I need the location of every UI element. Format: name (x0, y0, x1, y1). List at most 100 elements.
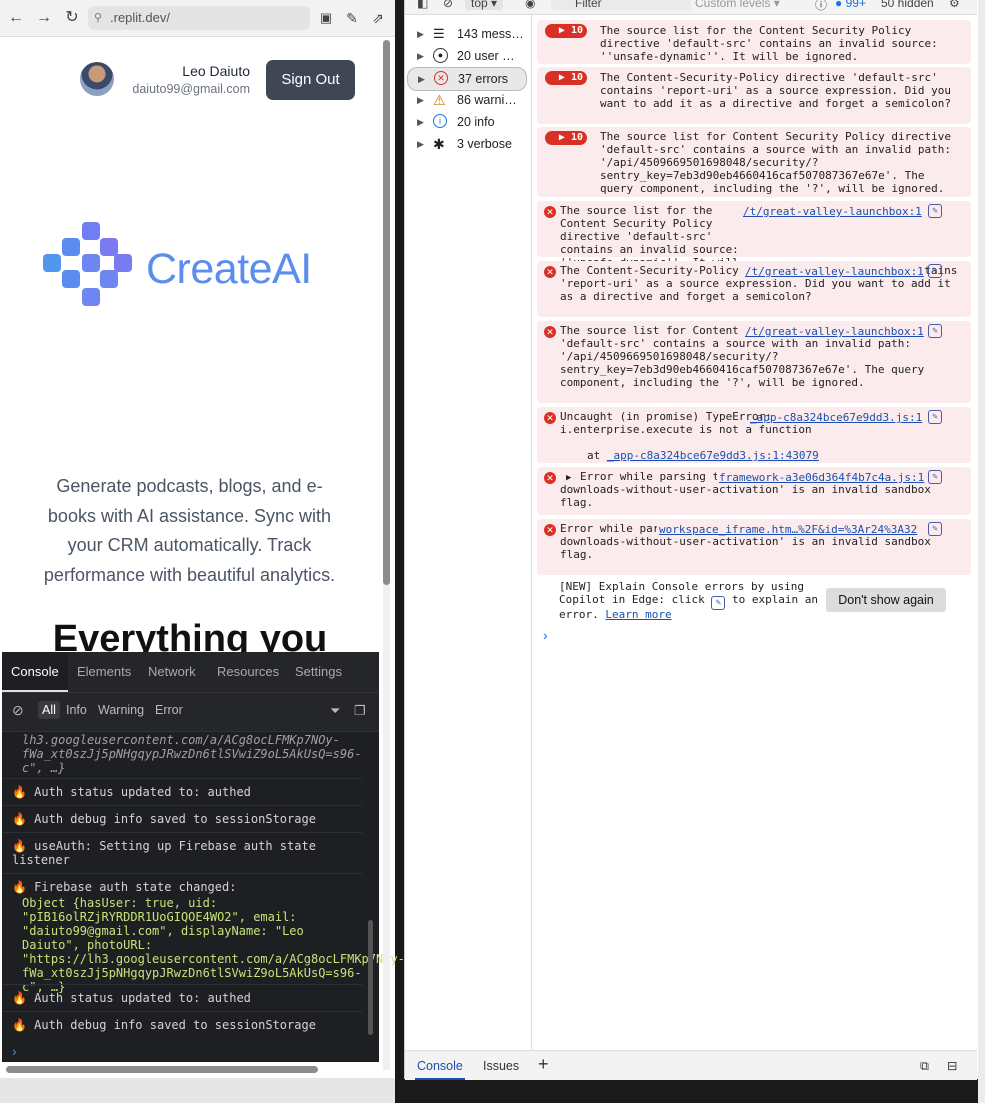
expand-icon[interactable]: ▶ (417, 133, 424, 155)
copilot-explain-icon[interactable]: ✎ (928, 204, 942, 218)
console-message[interactable]: ✕ Error while parsing the 'sandbox' attr… (537, 519, 971, 575)
repeat-count-badge: ▶ 10 (545, 131, 587, 145)
filter-info[interactable]: Info (66, 703, 87, 717)
learn-more-link[interactable]: Learn more (605, 608, 671, 621)
divider (2, 873, 362, 874)
filter-all[interactable]: All (38, 701, 60, 719)
expand-icon[interactable]: ▶ (417, 23, 424, 45)
log-entry: 🔥 Auth debug info saved to sessionStorag… (12, 1018, 316, 1032)
issues-count: 99+ (845, 0, 866, 10)
console-sidebar: ▶ ☰ 143 mess… ▶ ● 20 user … ▶ ✕ 37 error… (405, 15, 532, 1050)
message-text: The Content-Security-Policy directive 'd… (600, 71, 951, 110)
copilot-explain-icon[interactable]: ✎ (928, 324, 942, 338)
console-prompt-icon[interactable]: › (543, 627, 548, 643)
sidebar-item-warnings[interactable]: ▶ ⚠ 86 warni… (405, 89, 529, 111)
info-icon[interactable]: ⓘ (815, 0, 827, 13)
forward-icon[interactable]: → (34, 8, 54, 28)
bug-icon: ✱ (433, 136, 445, 152)
tab-resources[interactable]: Resources (217, 652, 279, 692)
sidebar-item-info[interactable]: ▶ i 20 info (405, 111, 529, 133)
sidebar-toggle-icon[interactable]: ◧ (417, 0, 428, 10)
sidebar-item-errors[interactable]: ▶ ✕ 37 errors (407, 67, 527, 91)
drawer-tabs: Console Issues + ⧉ ⊟ (405, 1050, 977, 1080)
source-link[interactable]: /t/great-valley-launchbox:1 (743, 325, 924, 338)
open-external-icon[interactable]: ⇗ (368, 8, 388, 28)
mobile-console-scrollbar[interactable] (368, 920, 373, 1035)
source-link[interactable]: /t/great-valley-launchbox:1 (743, 265, 924, 278)
console-message[interactable]: ✕ ▶ Error while parsing the 'sandbox' at… (537, 467, 971, 515)
expand-icon[interactable]: ▶ (417, 111, 424, 133)
console-message[interactable]: ✕ Uncaught (in promise) TypeError: i.ent… (537, 407, 971, 463)
expand-icon[interactable]: ▶ (418, 68, 425, 90)
tab-elements[interactable]: Elements (77, 652, 131, 692)
tab-issues[interactable]: Issues (483, 1051, 519, 1080)
console-message[interactable]: ✕ The source list for Content Security P… (537, 321, 971, 403)
filter-warning[interactable]: Warning (98, 703, 144, 717)
tab-network[interactable]: Network (148, 652, 196, 692)
console-prompt-icon[interactable]: › (12, 1043, 17, 1059)
filter-input[interactable]: Filter (551, 0, 691, 10)
console-message[interactable]: ▶ 10 The Content-Security-Policy directi… (537, 67, 971, 124)
log-object[interactable]: lh3.googleusercontent.com/a/ACg8ocLFMKp7… (22, 733, 362, 775)
copilot-explain-icon[interactable]: ✎ (928, 410, 942, 424)
filter-icon[interactable]: ⏷ (330, 703, 340, 719)
sign-out-button[interactable]: Sign Out (266, 60, 355, 100)
expand-icon[interactable]: ▶ (417, 45, 424, 67)
collapse-drawer-icon[interactable]: ⊟ (947, 1051, 957, 1080)
console-message[interactable]: ✕ The Content-Security-Policy directive … (537, 261, 971, 317)
copilot-explain-icon[interactable]: ✎ (928, 264, 942, 278)
address-bar[interactable]: ⚲ .replit.dev/ (88, 6, 310, 30)
stack-link[interactable]: _app-c8a324bce67e9dd3.js:1:43079 (607, 449, 819, 462)
wrench-icon[interactable]: ✎ (342, 8, 362, 28)
avatar[interactable] (80, 62, 114, 96)
dont-show-again-button[interactable]: Don't show again (826, 588, 946, 612)
site-info-icon[interactable]: ⚲ (94, 6, 102, 30)
issues-badge[interactable]: ● 99+ (835, 0, 866, 10)
error-icon: ✕ (544, 266, 556, 278)
filter-error[interactable]: Error (155, 703, 183, 717)
source-link[interactable]: _app-c8a324bce67e9dd3.js:1 (750, 411, 922, 424)
tagline-line: books with AI assistance. Sync with (47, 505, 332, 526)
back-icon[interactable]: ← (6, 8, 26, 28)
repeat-count: 10 (570, 72, 583, 83)
dock-icon[interactable]: ⧉ (920, 1051, 929, 1080)
device-icon[interactable]: ▣ (316, 8, 336, 28)
horizontal-scrollbar[interactable] (6, 1066, 318, 1073)
copy-icon[interactable]: ❐ (354, 703, 366, 719)
source-link[interactable]: framework-a3e06d364f4b7c4a.js:1 (717, 471, 925, 484)
tagline-line: performance with beautiful analytics. (43, 564, 336, 585)
levels-select[interactable]: Custom levels ▾ (695, 0, 780, 10)
sidebar-item-label: 37 errors (458, 72, 509, 86)
clear-console-icon[interactable]: ⊘ (443, 0, 453, 10)
gear-icon[interactable]: ⚙ (949, 0, 960, 10)
page-scrollbar[interactable] (383, 40, 390, 585)
copilot-explain-icon[interactable]: ✎ (928, 522, 942, 536)
sidebar-item-user-messages[interactable]: ▶ ● 20 user … (405, 45, 529, 67)
tagline-line: Generate podcasts, blogs, and e- (56, 476, 323, 496)
error-icon: ✕ (544, 472, 556, 484)
tab-settings[interactable]: Settings (295, 652, 342, 692)
tab-console[interactable]: Console (2, 652, 68, 692)
console-message[interactable]: ✕ The source list for the Content Securi… (537, 201, 971, 282)
divider (2, 1011, 362, 1012)
sidebar-item-label: 86 warni… (457, 93, 517, 107)
log-object[interactable]: Object {hasUser: true, uid: "pIB16olRZjR… (22, 896, 405, 994)
sidebar-item-messages[interactable]: ▶ ☰ 143 mess… (405, 23, 529, 45)
tagline-line: your CRM automatically. Track (67, 535, 312, 555)
tab-console[interactable]: Console (415, 1051, 465, 1080)
source-link[interactable]: workspace_iframe.htm…%2F&id=%3Ar24%3A32 (657, 523, 918, 536)
sidebar-item-verbose[interactable]: ▶ ✱ 3 verbose (405, 133, 529, 155)
copilot-explain-icon[interactable]: ✎ (928, 470, 942, 484)
console-message[interactable]: ▶ 10 The source list for the Content Sec… (537, 20, 971, 64)
expand-icon[interactable]: ▶ (417, 89, 424, 111)
logo-text: CreateAI (146, 245, 312, 293)
console-message[interactable]: ▶ 10 The source list for Content Securit… (537, 127, 971, 197)
add-tab-icon[interactable]: + (538, 1051, 549, 1080)
stack-trace: at _app-c8a324bce67e9dd3.js:1:43079 (587, 449, 819, 462)
source-link[interactable]: /t/great-valley-launchbox:1 (743, 205, 922, 218)
eye-icon[interactable]: ◉ (525, 0, 535, 10)
clear-icon[interactable]: ⊘ (12, 702, 24, 719)
context-select[interactable]: top ▾ (465, 0, 504, 10)
user-name: Leo Daiuto (182, 63, 250, 79)
reload-icon[interactable]: ↻ (62, 8, 82, 28)
